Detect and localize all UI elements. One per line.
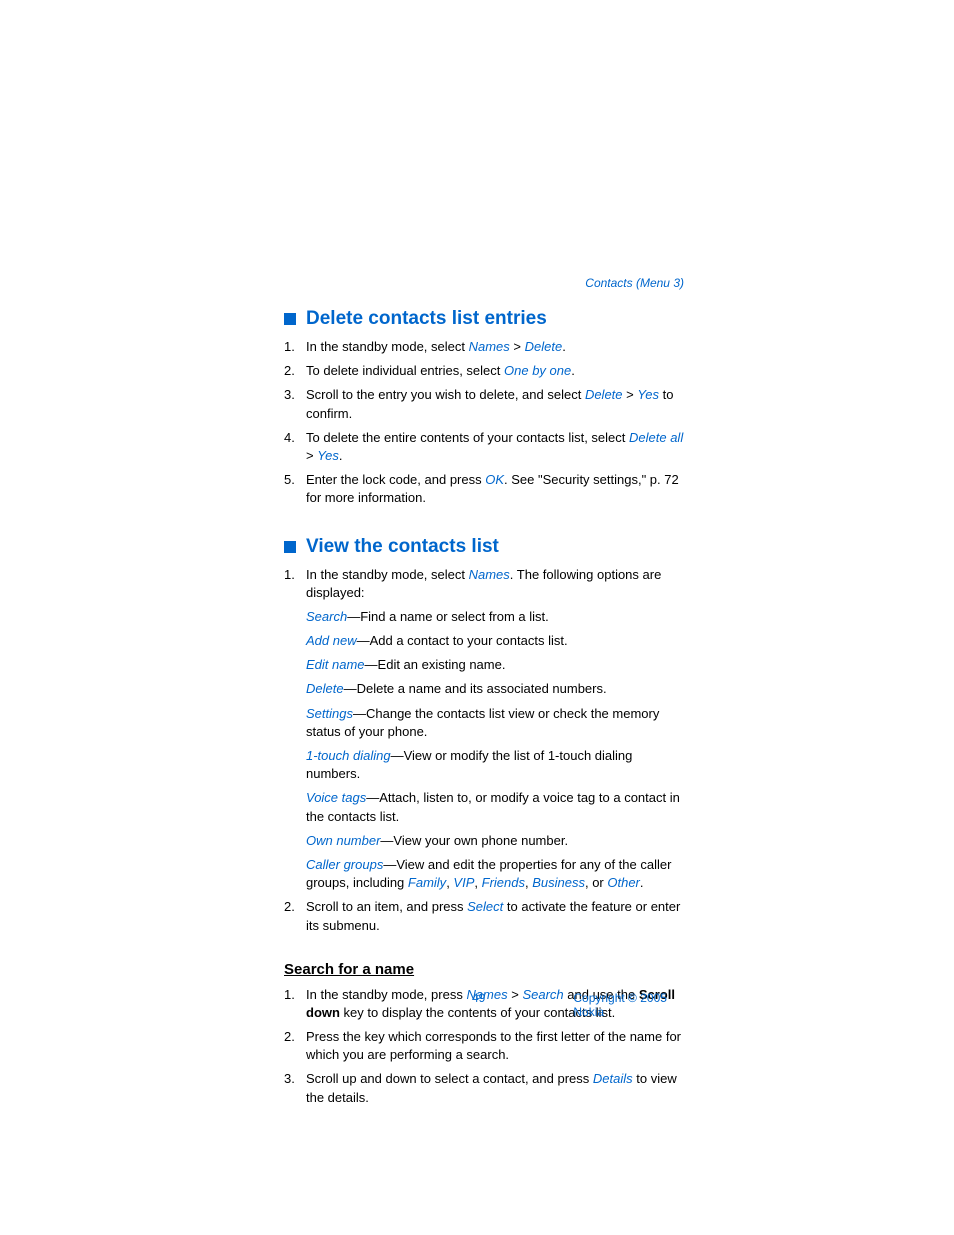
- list-item: Scroll up and down to select a contact, …: [284, 1070, 684, 1106]
- page-number: 49: [472, 991, 485, 1019]
- page-footer: 49 Copyright © 2005 Nokia: [284, 991, 684, 1019]
- options-list: Search—Find a name or select from a list…: [306, 608, 684, 892]
- square-bullet-icon: [284, 313, 296, 325]
- option-item: Own number—View your own phone number.: [306, 832, 684, 850]
- square-bullet-icon: [284, 541, 296, 553]
- list-item: Press the key which corresponds to the f…: [284, 1028, 684, 1064]
- delete-contacts-steps: In the standby mode, select Names > Dele…: [284, 338, 684, 508]
- list-item: In the standby mode, select Names. The f…: [284, 566, 684, 893]
- list-item: Scroll to the entry you wish to delete, …: [284, 386, 684, 422]
- option-item-caller-groups: Caller groups—View and edit the properti…: [306, 856, 684, 892]
- option-item: Edit name—Edit an existing name.: [306, 656, 684, 674]
- list-item: In the standby mode, select Names > Dele…: [284, 338, 684, 356]
- heading-view-contacts: View the contacts list: [284, 536, 684, 558]
- view-contacts-steps: In the standby mode, select Names. The f…: [284, 566, 684, 935]
- list-item: Enter the lock code, and press OK. See "…: [284, 471, 684, 507]
- option-item: Voice tags—Attach, listen to, or modify …: [306, 789, 684, 825]
- page-content: Contacts (Menu 3) Delete contacts list e…: [284, 276, 684, 1113]
- heading-delete-contacts: Delete contacts list entries: [284, 308, 684, 330]
- option-item: Settings—Change the contacts list view o…: [306, 705, 684, 741]
- option-item: Add new—Add a contact to your contacts l…: [306, 632, 684, 650]
- option-item: Search—Find a name or select from a list…: [306, 608, 684, 626]
- list-item: Scroll to an item, and press Select to a…: [284, 898, 684, 934]
- option-item: 1-touch dialing—View or modify the list …: [306, 747, 684, 783]
- list-item: To delete the entire contents of your co…: [284, 429, 684, 465]
- header-section-link[interactable]: Contacts (Menu 3): [284, 276, 684, 290]
- copyright-text: Copyright © 2005 Nokia: [573, 991, 684, 1019]
- option-item: Delete—Delete a name and its associated …: [306, 680, 684, 698]
- list-item: To delete individual entries, select One…: [284, 362, 684, 380]
- heading-search-name: Search for a name: [284, 961, 684, 978]
